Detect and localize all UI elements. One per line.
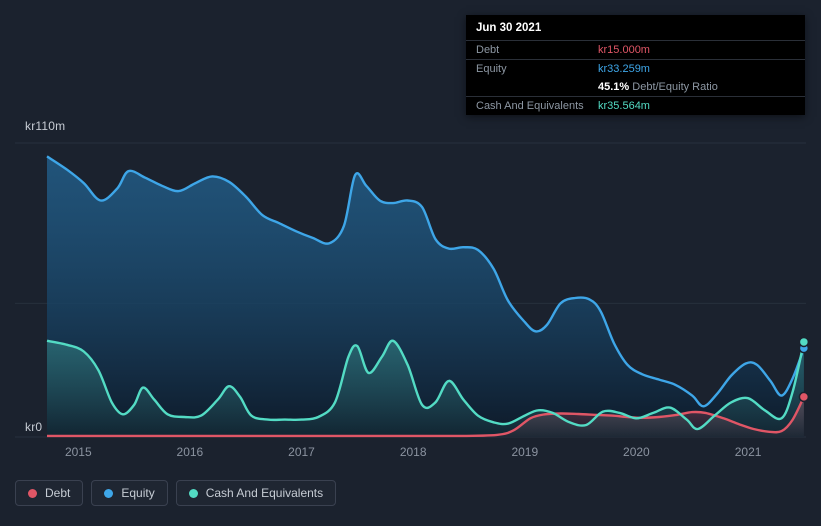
y-axis-min-label: kr0 (25, 420, 43, 434)
tooltip-debt-value: kr15.000m (598, 44, 650, 56)
x-axis-tick-2016: 2016 (176, 445, 204, 459)
debt-endpoint-dot (798, 391, 810, 403)
tooltip-row-equity: Equity kr33.259m (466, 60, 805, 78)
tooltip-row-cash: Cash And Equivalents kr35.564m (466, 97, 805, 115)
tooltip: Jun 30 2021 Debt kr15.000m Equity kr33.2… (466, 15, 805, 115)
tooltip-ratio-label: Debt/Equity Ratio (632, 81, 718, 93)
x-axis: 2015 2016 2017 2018 2019 2020 2021 (0, 445, 821, 461)
tooltip-cash-label: Cash And Equivalents (476, 100, 584, 112)
cash-series-dot (188, 488, 198, 498)
tooltip-equity-label: Equity (476, 63, 507, 75)
legend-equity-label: Equity (121, 486, 155, 500)
x-axis-tick-2021: 2021 (734, 445, 762, 459)
legend-item-debt[interactable]: Debt (15, 480, 84, 506)
y-axis-max-label: kr110m (25, 119, 66, 133)
chart-panel: kr110m kr0 2015 2016 2017 2018 2019 2020 2021 … (0, 0, 821, 526)
tooltip-equity-value: kr33.259m (598, 63, 650, 75)
tooltip-date: Jun 30 2021 (466, 15, 805, 41)
x-axis-tick-2020: 2020 (623, 445, 650, 459)
legend-item-cash[interactable]: Cash And Equivalents (175, 480, 337, 506)
x-axis-tick-2018: 2018 (399, 445, 427, 459)
tooltip-row-ratio: 45.1% Debt/Equity Ratio (466, 78, 805, 97)
series-layer (46, 155, 810, 438)
legend-item-equity[interactable]: Equity (91, 480, 168, 506)
tooltip-debt-label: Debt (476, 44, 500, 56)
equity-series-dot (104, 488, 114, 498)
legend-debt-label: Debt (45, 486, 71, 500)
x-axis-tick-2019: 2019 (511, 445, 539, 459)
cash-endpoint-dot (798, 336, 810, 348)
tooltip-row-debt: Debt kr15.000m (466, 41, 805, 60)
legend-cash-label: Cash And Equivalents (205, 486, 324, 500)
debt-series-dot (28, 488, 37, 498)
tooltip-ratio-value: 45.1% (598, 81, 630, 93)
tooltip-cash-value: kr35.564m (598, 100, 650, 112)
x-axis-tick-2015: 2015 (64, 445, 92, 459)
x-axis-tick-2017: 2017 (288, 445, 315, 459)
legend: Debt Equity Cash And Equivalents (15, 480, 337, 506)
